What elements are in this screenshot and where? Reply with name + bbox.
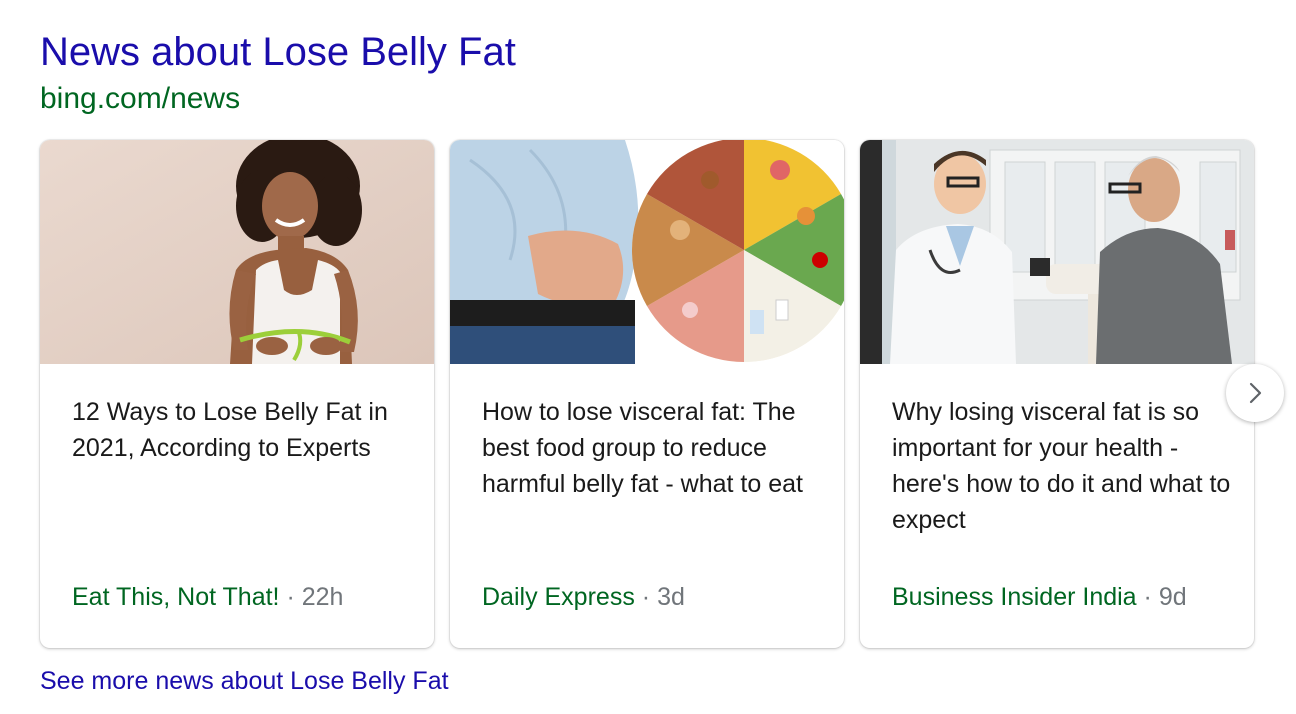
source-url: bing.com/news (40, 82, 241, 115)
news-source: Business Insider India (892, 583, 1137, 611)
news-card-image[interactable] (860, 140, 1254, 364)
news-meta: Eat This, Not That! · 22h (72, 580, 343, 614)
news-section-title[interactable]: News about Lose Belly Fat (40, 26, 516, 78)
news-card[interactable]: 12 Ways to Lose Belly Fat in 2021, Accor… (40, 140, 434, 648)
news-source: Daily Express (482, 583, 635, 611)
doctor-weighing-patient-photo (860, 140, 1254, 364)
news-age: 9d (1158, 583, 1187, 611)
news-headline[interactable]: 12 Ways to Lose Belly Fat in 2021, Accor… (72, 394, 412, 466)
meta-separator: · (641, 583, 651, 611)
news-carousel: 12 Ways to Lose Belly Fat in 2021, Accor… (40, 140, 1256, 648)
news-headline[interactable]: How to lose visceral fat: The best food … (482, 394, 822, 502)
news-card[interactable]: How to lose visceral fat: The best food … (450, 140, 844, 648)
news-age: 22h (301, 583, 344, 611)
see-more-news-link[interactable]: See more news about Lose Belly Fat (40, 664, 449, 698)
carousel-next-button[interactable] (1226, 364, 1284, 422)
news-age: 3d (657, 583, 685, 611)
news-card-image[interactable] (40, 140, 434, 364)
news-card-image[interactable] (450, 140, 844, 364)
chevron-right-icon (1249, 382, 1262, 404)
belly-and-food-wheel-photo (450, 140, 844, 364)
news-source: Eat This, Not That! (72, 583, 280, 611)
news-headline[interactable]: Why losing visceral fat is so important … (892, 394, 1232, 538)
news-meta: Business Insider India · 9d (892, 580, 1187, 614)
woman-measuring-waist-photo (40, 140, 434, 364)
news-meta: Daily Express · 3d (482, 580, 685, 614)
meta-separator: · (286, 583, 295, 611)
meta-separator: · (1143, 583, 1152, 611)
news-card[interactable]: Why losing visceral fat is so important … (860, 140, 1254, 648)
